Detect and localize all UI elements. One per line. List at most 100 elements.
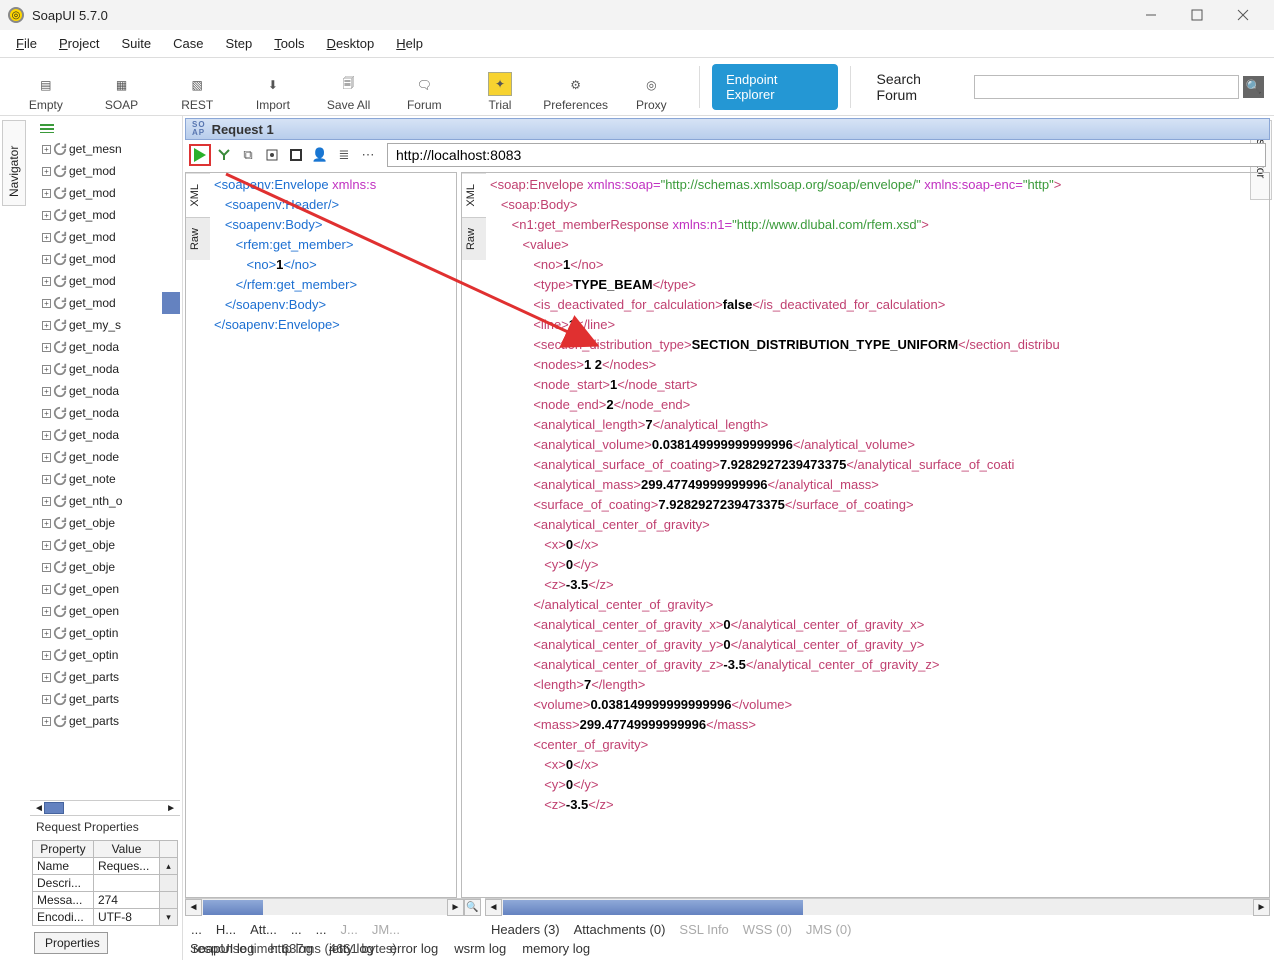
import-icon: ⬇ — [262, 74, 284, 96]
req-tab[interactable]: H... — [216, 922, 236, 937]
request-tab-header[interactable]: SOAP Request 1 — [185, 118, 1270, 140]
log-tab[interactable]: SoapUI log — [190, 941, 254, 956]
toggle-icon[interactable] — [261, 144, 283, 166]
log-tab[interactable]: http log — [270, 941, 313, 956]
log-tab[interactable]: error log — [390, 941, 438, 956]
toolbar-soap[interactable]: ▦SOAP — [86, 62, 158, 112]
tree-item[interactable]: +get_mod — [30, 270, 180, 292]
toolbar-import[interactable]: ⬇Import — [237, 62, 309, 112]
tree-item[interactable]: +get_nth_o — [30, 490, 180, 512]
person-icon[interactable]: 👤 — [309, 144, 331, 166]
req-tab[interactable]: JM... — [372, 922, 400, 937]
tree-item[interactable]: +get_my_s — [30, 314, 180, 336]
menu-project[interactable]: Project — [49, 34, 109, 53]
tree-item[interactable]: +get_noda — [30, 424, 180, 446]
toolbar-save-all[interactable]: 🗐Save All — [313, 62, 385, 112]
add-assert-icon[interactable]: ⧉ — [237, 144, 259, 166]
tree-item[interactable]: +get_optin — [30, 622, 180, 644]
gutter-tab-xml[interactable]: XML — [462, 173, 486, 217]
rect-icon[interactable] — [285, 144, 307, 166]
tree-item[interactable]: +get_obje — [30, 556, 180, 578]
properties-table[interactable]: PropertyValueNameReques...▴Descri...Mess… — [32, 840, 178, 926]
tree-item[interactable]: +get_optin — [30, 644, 180, 666]
props-row[interactable]: NameReques...▴ — [33, 858, 178, 875]
resp-tab[interactable]: JMS (0) — [806, 922, 852, 937]
tree-item[interactable]: +get_mod — [30, 204, 180, 226]
log-tab[interactable]: memory log — [522, 941, 590, 956]
gutter-tab-xml[interactable]: XML — [186, 173, 210, 217]
req-tab[interactable]: J... — [341, 922, 358, 937]
tree-item[interactable]: +get_mod — [30, 160, 180, 182]
more-icon[interactable]: ⋯ — [357, 144, 379, 166]
maximize-button[interactable] — [1174, 0, 1220, 30]
tree-item[interactable]: +get_mesn — [30, 138, 180, 160]
resp-tab[interactable]: Attachments (0) — [574, 922, 666, 937]
req-tab[interactable]: ... — [316, 922, 327, 937]
file-icon: ▤ — [35, 74, 57, 96]
props-row[interactable]: Descri... — [33, 875, 178, 892]
toolbar-forum[interactable]: 🗨Forum — [388, 62, 460, 112]
toolbar-rest[interactable]: ▧REST — [161, 62, 233, 112]
menu-step[interactable]: Step — [215, 34, 262, 53]
resp-tab[interactable]: WSS (0) — [743, 922, 792, 937]
tree-item[interactable]: +get_noda — [30, 380, 180, 402]
run-request-button[interactable] — [189, 144, 211, 166]
response-hscroll[interactable]: ◄► — [485, 898, 1270, 915]
bars-icon[interactable]: ≣ — [333, 144, 355, 166]
resp-tab[interactable]: Headers (3) — [491, 922, 560, 937]
req-tab[interactable]: ... — [191, 922, 202, 937]
project-tree[interactable]: +get_mesn+get_mod+get_mod+get_mod+get_mo… — [30, 138, 180, 800]
properties-button[interactable]: Properties — [34, 932, 108, 954]
menu-help[interactable]: Help — [386, 34, 433, 53]
navigator-tab[interactable]: Navigator — [2, 120, 26, 206]
response-xml-source[interactable]: <soap:Envelope xmlns:soap="http://schema… — [486, 173, 1269, 897]
menu-suite[interactable]: Suite — [111, 34, 161, 53]
toolbar-preferences[interactable]: ⚙Preferences — [540, 62, 612, 112]
request-xml-source[interactable]: <soapenv:Envelope xmlns:s <soapenv:Heade… — [210, 173, 456, 897]
search-button[interactable]: 🔍 — [1243, 76, 1264, 98]
toolbar-empty[interactable]: ▤Empty — [10, 62, 82, 112]
tree-item[interactable]: +get_parts — [30, 666, 180, 688]
endpoint-url-input[interactable] — [387, 143, 1266, 167]
log-tab[interactable]: wsrm log — [454, 941, 506, 956]
toolbar-trial[interactable]: ✦Trial — [464, 62, 536, 112]
menu-tools[interactable]: Tools — [264, 34, 314, 53]
stop-icon[interactable] — [213, 144, 235, 166]
props-row[interactable]: Encodi...UTF-8▾ — [33, 909, 178, 926]
minimize-button[interactable] — [1128, 0, 1174, 30]
tree-item[interactable]: +get_node — [30, 446, 180, 468]
tree-item[interactable]: +get_obje — [30, 534, 180, 556]
tree-item[interactable]: +get_parts — [30, 710, 180, 732]
tree-item[interactable]: +get_open — [30, 600, 180, 622]
main-toolbar: ▤Empty▦SOAP▧REST⬇Import🗐Save All🗨Forum✦T… — [0, 58, 1274, 116]
tree-item[interactable]: +get_mod — [30, 226, 180, 248]
tree-item[interactable]: +get_parts — [30, 688, 180, 710]
tree-hscroll[interactable]: ◄► — [30, 800, 180, 816]
request-title: Request 1 — [212, 122, 274, 137]
props-row[interactable]: Messa...274 — [33, 892, 178, 909]
tree-item[interactable]: +get_obje — [30, 512, 180, 534]
resp-tab[interactable]: SSL Info — [679, 922, 728, 937]
tree-item[interactable]: +get_noda — [30, 336, 180, 358]
search-input[interactable] — [974, 75, 1239, 99]
endpoint-explorer-button[interactable]: Endpoint Explorer — [712, 64, 837, 110]
menu-desktop[interactable]: Desktop — [317, 34, 385, 53]
close-button[interactable] — [1220, 0, 1266, 30]
menu-file[interactable]: File — [6, 34, 47, 53]
tree-item[interactable]: +get_noda — [30, 402, 180, 424]
tree-item[interactable]: +get_mod — [30, 292, 180, 314]
gutter-tab-raw[interactable]: Raw — [186, 217, 210, 260]
menu-case[interactable]: Case — [163, 34, 213, 53]
req-tab[interactable]: ... — [291, 922, 302, 937]
tree-item[interactable]: +get_note — [30, 468, 180, 490]
tree-item[interactable]: +get_mod — [30, 248, 180, 270]
tree-item[interactable]: +get_mod — [30, 182, 180, 204]
tree-item[interactable]: +get_open — [30, 578, 180, 600]
tree-item[interactable]: +get_noda — [30, 358, 180, 380]
gutter-tab-raw[interactable]: Raw — [462, 217, 486, 260]
log-tab[interactable]: jetty log — [329, 941, 374, 956]
toolbar-proxy[interactable]: ◎Proxy — [616, 62, 688, 112]
req-tab[interactable]: Att... — [250, 922, 277, 937]
tree-toggle-icon[interactable] — [40, 123, 54, 133]
request-hscroll[interactable]: ◄►🔍 — [185, 898, 481, 915]
